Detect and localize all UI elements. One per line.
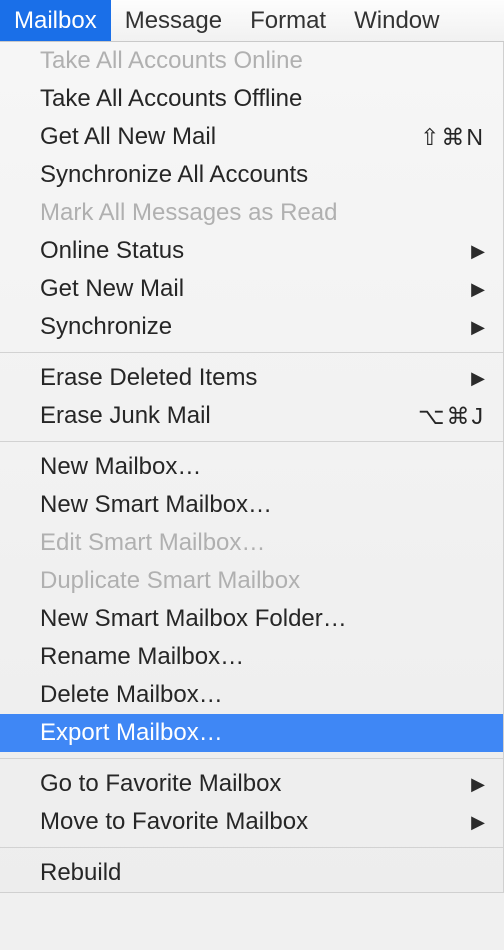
- submenu-arrow-icon: ▶: [471, 812, 485, 833]
- menu-item-label: Delete Mailbox…: [40, 681, 485, 709]
- menu-item-rebuild[interactable]: Rebuild: [0, 854, 503, 892]
- submenu-arrow-icon: ▶: [471, 279, 485, 300]
- menu-item-label: Synchronize: [40, 313, 459, 341]
- menu-item-get-all-new-mail[interactable]: Get All New Mail ⇧⌘N: [0, 118, 503, 156]
- menu-item-synchronize[interactable]: Synchronize ▶: [0, 308, 503, 346]
- menu-item-shortcut: ⌥⌘J: [418, 403, 485, 430]
- menu-item-label: New Mailbox…: [40, 453, 485, 481]
- menu-separator: [0, 847, 503, 848]
- submenu-arrow-icon: ▶: [471, 368, 485, 389]
- menu-item-new-smart-mailbox[interactable]: New Smart Mailbox…: [0, 486, 503, 524]
- menu-separator: [0, 352, 503, 353]
- menu-item-get-new-mail[interactable]: Get New Mail ▶: [0, 270, 503, 308]
- menu-item-shortcut: ⇧⌘N: [420, 124, 485, 151]
- submenu-arrow-icon: ▶: [471, 317, 485, 338]
- menubar: Mailbox Message Format Window: [0, 0, 504, 42]
- menu-item-label: Edit Smart Mailbox…: [40, 529, 485, 557]
- menu-item-label: Take All Accounts Offline: [40, 85, 485, 113]
- menu-item-rename-mailbox[interactable]: Rename Mailbox…: [0, 638, 503, 676]
- menu-item-online-status[interactable]: Online Status ▶: [0, 232, 503, 270]
- menu-item-label: Duplicate Smart Mailbox: [40, 567, 485, 595]
- menu-item-mark-all-read: Mark All Messages as Read: [0, 194, 503, 232]
- menu-separator: [0, 758, 503, 759]
- menu-item-duplicate-smart-mailbox: Duplicate Smart Mailbox: [0, 562, 503, 600]
- menu-item-label: Rename Mailbox…: [40, 643, 485, 671]
- menu-item-take-all-online: Take All Accounts Online: [0, 42, 503, 80]
- menubar-item-format[interactable]: Format: [236, 0, 340, 41]
- menu-item-label: Erase Deleted Items: [40, 364, 459, 392]
- menu-item-erase-deleted[interactable]: Erase Deleted Items ▶: [0, 359, 503, 397]
- menu-item-label: New Smart Mailbox…: [40, 491, 485, 519]
- menu-item-label: Get All New Mail: [40, 123, 402, 151]
- menu-item-new-smart-mailbox-folder[interactable]: New Smart Mailbox Folder…: [0, 600, 503, 638]
- menu-item-label: Erase Junk Mail: [40, 402, 400, 430]
- mailbox-dropdown: Take All Accounts Online Take All Accoun…: [0, 42, 504, 893]
- menu-item-take-all-offline[interactable]: Take All Accounts Offline: [0, 80, 503, 118]
- submenu-arrow-icon: ▶: [471, 241, 485, 262]
- menu-item-label: Online Status: [40, 237, 459, 265]
- menu-separator: [0, 441, 503, 442]
- menu-item-label: Synchronize All Accounts: [40, 161, 485, 189]
- menu-item-label: Rebuild: [40, 859, 485, 887]
- menu-item-delete-mailbox[interactable]: Delete Mailbox…: [0, 676, 503, 714]
- menu-item-label: Get New Mail: [40, 275, 459, 303]
- menu-item-label: New Smart Mailbox Folder…: [40, 605, 485, 633]
- menu-item-label: Take All Accounts Online: [40, 47, 485, 75]
- menu-item-go-to-favorite[interactable]: Go to Favorite Mailbox ▶: [0, 765, 503, 803]
- menu-item-label: Move to Favorite Mailbox: [40, 808, 459, 836]
- menubar-label: Window: [354, 7, 439, 35]
- menubar-label: Message: [125, 7, 222, 35]
- menu-item-move-to-favorite[interactable]: Move to Favorite Mailbox ▶: [0, 803, 503, 841]
- menubar-item-message[interactable]: Message: [111, 0, 236, 41]
- menu-item-sync-all-accounts[interactable]: Synchronize All Accounts: [0, 156, 503, 194]
- menu-item-label: Go to Favorite Mailbox: [40, 770, 459, 798]
- menu-item-label: Mark All Messages as Read: [40, 199, 485, 227]
- menubar-label: Format: [250, 7, 326, 35]
- submenu-arrow-icon: ▶: [471, 774, 485, 795]
- menubar-item-mailbox[interactable]: Mailbox: [0, 0, 111, 41]
- menu-item-export-mailbox[interactable]: Export Mailbox…: [0, 714, 503, 752]
- menu-item-edit-smart-mailbox: Edit Smart Mailbox…: [0, 524, 503, 562]
- menu-item-label: Export Mailbox…: [40, 719, 485, 747]
- menu-item-erase-junk[interactable]: Erase Junk Mail ⌥⌘J: [0, 397, 503, 435]
- menubar-item-window[interactable]: Window: [340, 0, 453, 41]
- menu-item-new-mailbox[interactable]: New Mailbox…: [0, 448, 503, 486]
- menubar-label: Mailbox: [14, 7, 97, 35]
